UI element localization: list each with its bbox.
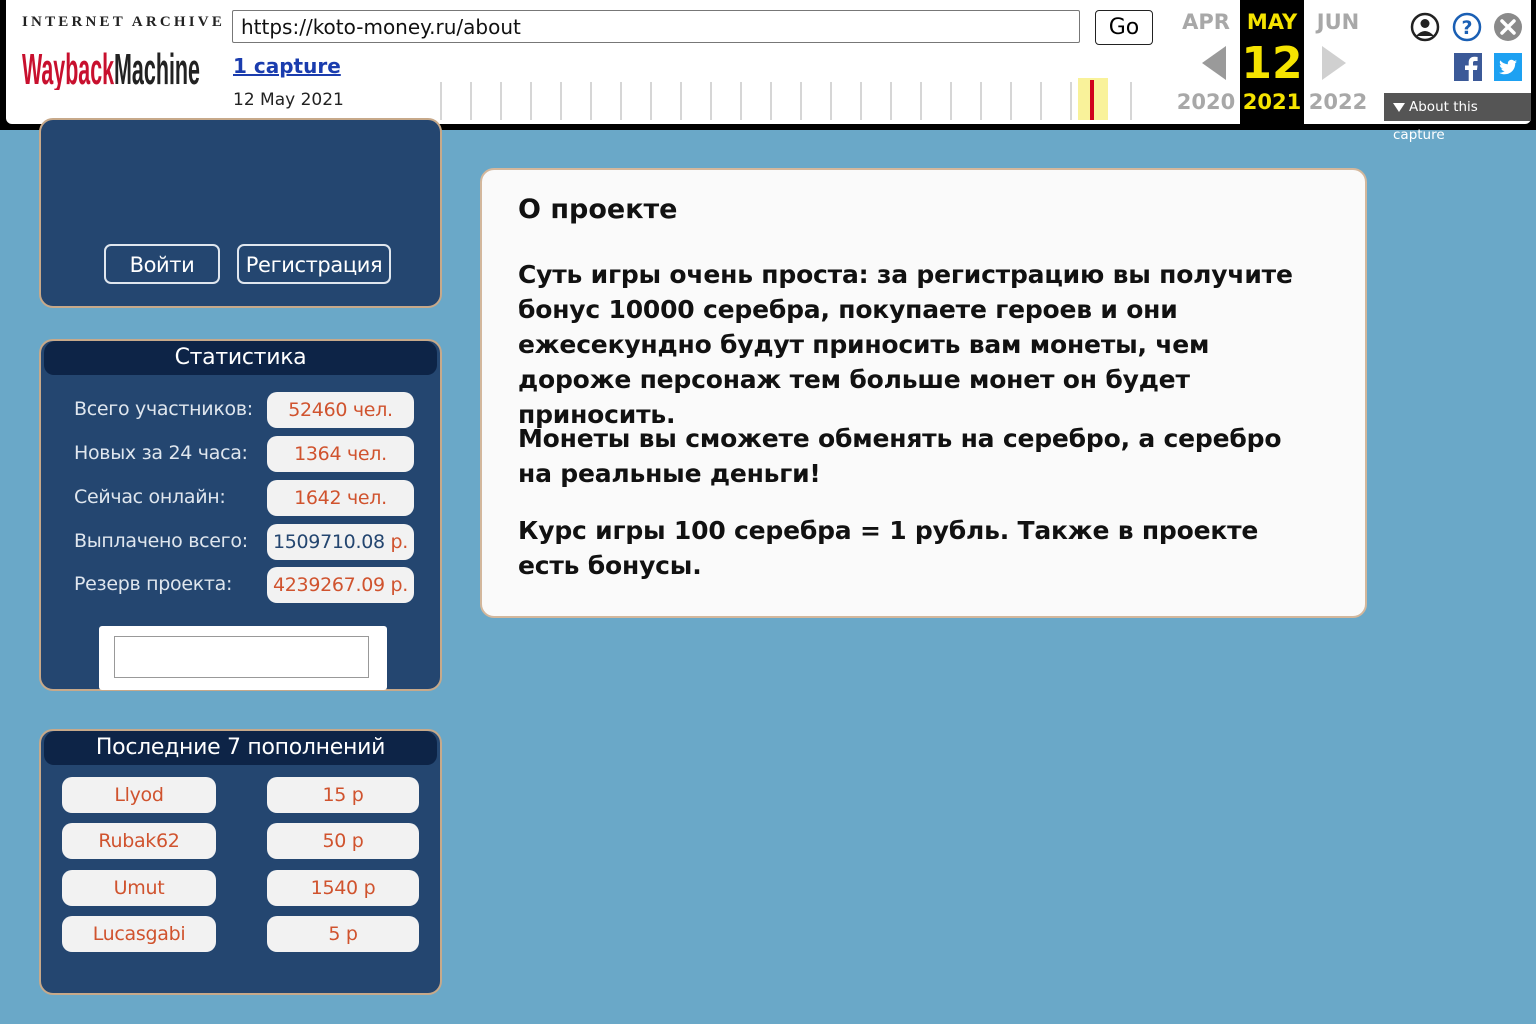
last-deposits-title: Последние 7 пополнений xyxy=(44,731,437,765)
current-year-label: 2021 xyxy=(1242,90,1302,114)
about-capture-label: About this capture xyxy=(1393,99,1478,143)
user-account-icon[interactable] xyxy=(1410,12,1440,42)
about-this-capture-button[interactable]: About this capture xyxy=(1384,93,1531,143)
stat-value-paid-total-unit: р. xyxy=(390,531,409,553)
url-input[interactable]: https://koto-money.ru/about xyxy=(232,10,1080,43)
timeline-ticks xyxy=(440,82,1132,120)
deposit-amount: 5 р xyxy=(267,916,419,952)
next-year-label[interactable]: 2022 xyxy=(1305,90,1371,114)
last-deposits-panel: Последние 7 пополнений Llyod 15 р Rubak6… xyxy=(39,729,442,995)
capture-timeline[interactable] xyxy=(438,78,1138,120)
login-button[interactable]: Войти xyxy=(104,244,220,284)
register-button[interactable]: Регистрация xyxy=(237,244,391,284)
deposit-amount: 15 р xyxy=(267,777,419,813)
deposit-user: Umut xyxy=(62,870,216,906)
stat-label-online: Сейчас онлайн: xyxy=(74,486,226,508)
embedded-widget-box xyxy=(99,626,387,690)
about-paragraph: Суть игры очень проста: за регистрацию в… xyxy=(518,260,1293,429)
stat-value-paid-total-number: 1509710.08 xyxy=(272,531,385,553)
wayback-toolbar-panel: INTERNET ARCHIVE Wayback Machine https:/… xyxy=(6,0,1531,143)
current-day-label: 12 xyxy=(1241,38,1303,89)
current-month-label: MAY xyxy=(1246,10,1298,34)
login-panel: Войти Регистрация xyxy=(39,118,442,308)
deposit-user: Rubak62 xyxy=(62,823,216,859)
deposit-user: Llyod xyxy=(62,777,216,813)
stat-value-online: 1642 чел. xyxy=(267,480,414,516)
twitter-icon[interactable] xyxy=(1494,53,1522,81)
prev-month-label: APR xyxy=(1182,10,1230,34)
wayback-toolbar: INTERNET ARCHIVE Wayback Machine https:/… xyxy=(0,0,1536,143)
deposit-amount: 1540 р xyxy=(267,870,419,906)
about-content-box: О проекте Суть игры очень проста: за рег… xyxy=(480,168,1367,618)
wayback-logo-text: Wayback xyxy=(22,45,114,90)
wayback-machine-logo[interactable]: Wayback Machine xyxy=(22,36,202,90)
capture-date: 12 May 2021 xyxy=(233,90,344,110)
close-icon[interactable] xyxy=(1493,12,1523,42)
stat-value-paid-total: 1509710.08 р. xyxy=(267,524,414,560)
internet-archive-label: INTERNET ARCHIVE xyxy=(22,14,226,30)
widget-input[interactable] xyxy=(114,636,369,678)
about-paragraph: Монеты вы сможете обменять на серебро, а… xyxy=(518,424,1282,488)
statistics-panel: Статистика Всего участников: 52460 чел. … xyxy=(39,339,442,691)
prev-capture-arrow-icon[interactable] xyxy=(1202,46,1226,80)
about-paragraph: Курс игры 100 серебра = 1 рубль. Также в… xyxy=(518,516,1259,580)
svg-text:?: ? xyxy=(1461,17,1472,39)
stat-label-total-members: Всего участников: xyxy=(74,398,253,420)
next-month-label: JUN xyxy=(1316,10,1360,34)
next-month-column[interactable]: JUN 2022 xyxy=(1305,0,1371,124)
stat-label-paid-total: Выплачено всего: xyxy=(74,530,248,552)
go-button[interactable]: Go xyxy=(1095,10,1153,45)
machine-logo-text: Machine xyxy=(114,45,200,90)
about-title: О проекте xyxy=(518,194,678,225)
stat-value-new-24h: 1364 чел. xyxy=(267,436,414,472)
current-month-column: MAY 12 2021 xyxy=(1240,0,1304,124)
statistics-title: Статистика xyxy=(44,341,437,375)
deposit-user: Lucasgabi xyxy=(62,916,216,952)
stat-label-reserve: Резерв проекта: xyxy=(74,573,233,595)
stat-label-new-24h: Новых за 24 часа: xyxy=(74,442,248,464)
stat-value-reserve: 4239267.09 р. xyxy=(267,567,414,603)
facebook-icon[interactable] xyxy=(1454,53,1482,81)
deposit-amount: 50 р xyxy=(267,823,419,859)
captures-link[interactable]: 1 capture xyxy=(233,54,341,78)
stat-value-total-members: 52460 чел. xyxy=(267,392,414,428)
dropdown-triangle-icon xyxy=(1393,102,1405,112)
timeline-capture-marker[interactable] xyxy=(1090,80,1094,120)
prev-year-label[interactable]: 2020 xyxy=(1173,90,1239,114)
help-icon[interactable]: ? xyxy=(1452,12,1482,42)
